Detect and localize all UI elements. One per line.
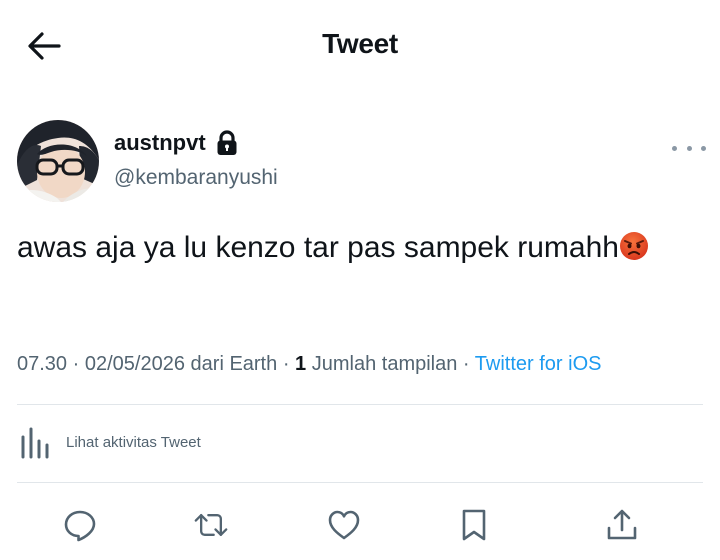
reply-icon (64, 510, 96, 542)
bookmark-button[interactable] (457, 508, 491, 542)
tweet-text: awas aja ya lu kenzo tar pas sampek ruma… (17, 225, 697, 271)
view-activity-button[interactable]: Lihat aktivitas Tweet (20, 425, 201, 459)
views-label: Jumlah tampilan (311, 353, 458, 375)
views-count: 1 (295, 353, 307, 375)
activity-label: Lihat aktivitas Tweet (66, 433, 201, 451)
tweet-meta: 07.30 · 02/05/2026 dari Earth · 1 Jumlah… (17, 353, 602, 376)
meta-separator: · (282, 353, 290, 375)
avatar[interactable] (17, 120, 99, 202)
tweet-time: 07.30 (17, 353, 68, 375)
like-icon (328, 510, 360, 540)
divider (17, 404, 703, 405)
tweet-body: awas aja ya lu kenzo tar pas sampek ruma… (17, 231, 619, 264)
share-button[interactable] (605, 508, 639, 542)
angry-face-emoji (619, 232, 648, 260)
more-dot-icon (686, 145, 692, 151)
top-bar: Tweet (0, 0, 720, 92)
display-name[interactable]: austnpvt (114, 130, 238, 156)
like-button[interactable] (327, 508, 361, 542)
source-link[interactable]: Twitter for iOS (475, 353, 602, 375)
meta-separator: · (72, 353, 80, 375)
share-icon (607, 509, 637, 540)
action-bar (0, 500, 720, 550)
reply-button[interactable] (63, 508, 97, 542)
avatar-photo (17, 120, 99, 202)
retweet-button[interactable] (194, 508, 228, 542)
lock-icon (217, 130, 237, 155)
bookmark-icon (462, 509, 486, 541)
analytics-icon (21, 427, 49, 459)
meta-separator: · (462, 353, 470, 375)
more-dot-icon (672, 145, 677, 151)
username[interactable]: @kembaranyushi (114, 166, 278, 190)
more-dot-icon (701, 145, 706, 151)
page-title: Tweet (322, 28, 398, 59)
tweet-location: dari Earth (190, 353, 278, 375)
display-name-text: austnpvt (114, 130, 206, 155)
more-options-button[interactable] (672, 138, 706, 158)
retweet-icon (194, 513, 228, 537)
tweet-date: 02/05/2026 (84, 353, 185, 375)
divider (17, 482, 703, 483)
